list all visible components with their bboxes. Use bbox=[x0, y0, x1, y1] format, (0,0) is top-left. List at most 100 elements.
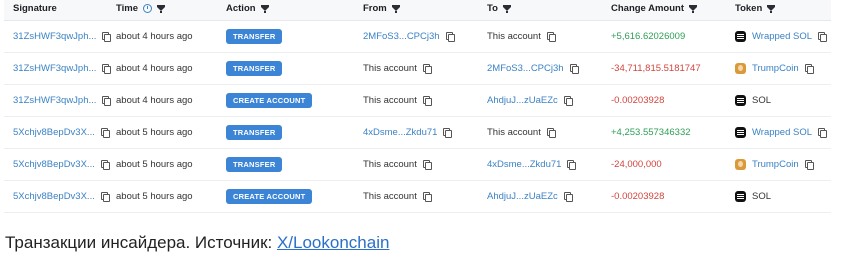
transactions-table: Signature Time Action From To Change Amo… bbox=[4, 0, 831, 213]
copy-icon[interactable] bbox=[100, 159, 110, 170]
filter-icon[interactable] bbox=[689, 4, 698, 13]
signature-link[interactable]: 5Xchjv8BepDv3X... bbox=[13, 159, 95, 170]
table-row[interactable]: 5Xchjv8BepDv3X... about 5 hours ago CREATE… bbox=[4, 181, 831, 213]
filter-icon[interactable] bbox=[767, 4, 776, 13]
to-address: This account bbox=[487, 31, 541, 42]
filter-icon[interactable] bbox=[502, 4, 511, 13]
copy-icon[interactable] bbox=[445, 31, 455, 42]
action-badge: TRANSFER bbox=[226, 61, 283, 76]
change-amount: -0.00203928 bbox=[611, 95, 665, 106]
copy-icon[interactable] bbox=[546, 127, 556, 138]
caption-text: Транзакции инсайдера. Источник: bbox=[5, 233, 277, 252]
time-cell: about 5 hours ago bbox=[116, 117, 193, 148]
token-cell: Wrapped SOL bbox=[735, 21, 828, 52]
copy-icon[interactable] bbox=[100, 127, 110, 138]
signature-link[interactable]: 31ZsHWF3qwJph... bbox=[13, 63, 96, 74]
copy-icon[interactable] bbox=[443, 127, 453, 138]
from-cell: This account bbox=[363, 181, 432, 212]
to-cell: AhdjuJ...zUaEZc bbox=[487, 181, 573, 212]
from-address: This account bbox=[363, 191, 417, 202]
to-address[interactable]: 4xDsme...Zkdu71 bbox=[487, 159, 561, 170]
from-cell: This account bbox=[363, 85, 432, 116]
time-text: about 5 hours ago bbox=[116, 159, 193, 170]
token-name[interactable]: TrumpCoin bbox=[752, 63, 799, 74]
copy-icon[interactable] bbox=[569, 63, 579, 74]
signature-cell: 31ZsHWF3qwJph... bbox=[13, 85, 112, 116]
copy-icon[interactable] bbox=[567, 159, 577, 170]
copy-icon[interactable] bbox=[546, 31, 556, 42]
action-cell: TRANSFER bbox=[226, 117, 283, 148]
from-cell: This account bbox=[363, 149, 432, 180]
from-address: This account bbox=[363, 159, 417, 170]
table-row[interactable]: 31ZsHWF3qwJph... about 4 hours ago TRANSFE… bbox=[4, 53, 831, 85]
copy-icon[interactable] bbox=[102, 95, 112, 106]
signature-link[interactable]: 31ZsHWF3qwJph... bbox=[13, 31, 96, 42]
token-cell: TrumpCoin bbox=[735, 149, 814, 180]
sol-icon bbox=[735, 191, 746, 202]
wrapped-sol-icon bbox=[735, 127, 746, 138]
to-address[interactable]: 2MFoS3...CPCj3h bbox=[487, 63, 564, 74]
amount-cell: -24,000,000 bbox=[611, 149, 662, 180]
header-token-label: Token bbox=[735, 3, 763, 14]
header-change-amount-label: Change Amount bbox=[611, 3, 685, 14]
header-token[interactable]: Token bbox=[735, 3, 776, 14]
copy-icon[interactable] bbox=[422, 63, 432, 74]
signature-link[interactable]: 31ZsHWF3qwJph... bbox=[13, 95, 96, 106]
token-name: SOL bbox=[752, 191, 772, 202]
header-change-amount[interactable]: Change Amount bbox=[611, 3, 698, 14]
copy-icon[interactable] bbox=[422, 191, 432, 202]
header-signature[interactable]: Signature bbox=[13, 3, 57, 14]
clock-icon[interactable] bbox=[143, 4, 153, 13]
to-cell: This account bbox=[487, 117, 556, 148]
table-row[interactable]: 5Xchjv8BepDv3X... about 5 hours ago TRANSF… bbox=[4, 149, 831, 181]
amount-cell: -34,711,815.5181747 bbox=[611, 53, 701, 84]
header-action-label: Action bbox=[226, 3, 256, 14]
time-cell: about 5 hours ago bbox=[116, 181, 193, 212]
source-link[interactable]: X/Lookonchain bbox=[277, 233, 389, 252]
time-cell: about 4 hours ago bbox=[116, 53, 193, 84]
change-amount: -34,711,815.5181747 bbox=[611, 63, 701, 74]
signature-link[interactable]: 5Xchjv8BepDv3X... bbox=[13, 191, 95, 202]
action-badge: CREATE ACCOUNT bbox=[226, 189, 313, 204]
filter-icon[interactable] bbox=[157, 4, 166, 13]
copy-icon[interactable] bbox=[422, 159, 432, 170]
table-row[interactable]: 5Xchjv8BepDv3X... about 5 hours ago TRANSF… bbox=[4, 117, 831, 149]
table-row[interactable]: 31ZsHWF3qwJph... about 4 hours ago CREATE … bbox=[4, 85, 831, 117]
header-from[interactable]: From bbox=[363, 3, 400, 14]
signature-link[interactable]: 5Xchjv8BepDv3X... bbox=[13, 127, 95, 138]
copy-icon[interactable] bbox=[818, 31, 828, 42]
header-action[interactable]: Action bbox=[226, 3, 269, 14]
amount-cell: +4,253.557346332 bbox=[611, 117, 691, 148]
from-cell: This account bbox=[363, 53, 432, 84]
action-cell: CREATE ACCOUNT bbox=[226, 181, 313, 212]
token-name[interactable]: TrumpCoin bbox=[752, 159, 799, 170]
copy-icon[interactable] bbox=[422, 95, 432, 106]
time-cell: about 4 hours ago bbox=[116, 21, 193, 52]
table-row[interactable]: 31ZsHWF3qwJph... about 4 hours ago TRANSFE… bbox=[4, 21, 831, 53]
token-name[interactable]: Wrapped SOL bbox=[752, 31, 812, 42]
copy-icon[interactable] bbox=[818, 127, 828, 138]
token-cell: SOL bbox=[735, 85, 771, 116]
from-address[interactable]: 2MFoS3...CPCj3h bbox=[363, 31, 440, 42]
token-name[interactable]: Wrapped SOL bbox=[752, 127, 812, 138]
change-amount: -24,000,000 bbox=[611, 159, 662, 170]
header-time[interactable]: Time bbox=[116, 3, 166, 14]
copy-icon[interactable] bbox=[100, 191, 110, 202]
copy-icon[interactable] bbox=[563, 191, 573, 202]
filter-icon[interactable] bbox=[260, 4, 269, 13]
copy-icon[interactable] bbox=[804, 63, 814, 74]
to-address[interactable]: AhdjuJ...zUaEZc bbox=[487, 95, 558, 106]
copy-icon[interactable] bbox=[102, 63, 112, 74]
header-to[interactable]: To bbox=[487, 3, 511, 14]
caption: Транзакции инсайдера. Источник: X/Lookon… bbox=[5, 233, 389, 253]
from-address[interactable]: 4xDsme...Zkdu71 bbox=[363, 127, 437, 138]
to-address[interactable]: AhdjuJ...zUaEZc bbox=[487, 191, 558, 202]
filter-icon[interactable] bbox=[391, 4, 400, 13]
sol-icon bbox=[735, 95, 746, 106]
copy-icon[interactable] bbox=[563, 95, 573, 106]
header-to-label: To bbox=[487, 3, 498, 14]
copy-icon[interactable] bbox=[102, 31, 112, 42]
copy-icon[interactable] bbox=[804, 159, 814, 170]
action-cell: TRANSFER bbox=[226, 21, 283, 52]
from-address: This account bbox=[363, 95, 417, 106]
